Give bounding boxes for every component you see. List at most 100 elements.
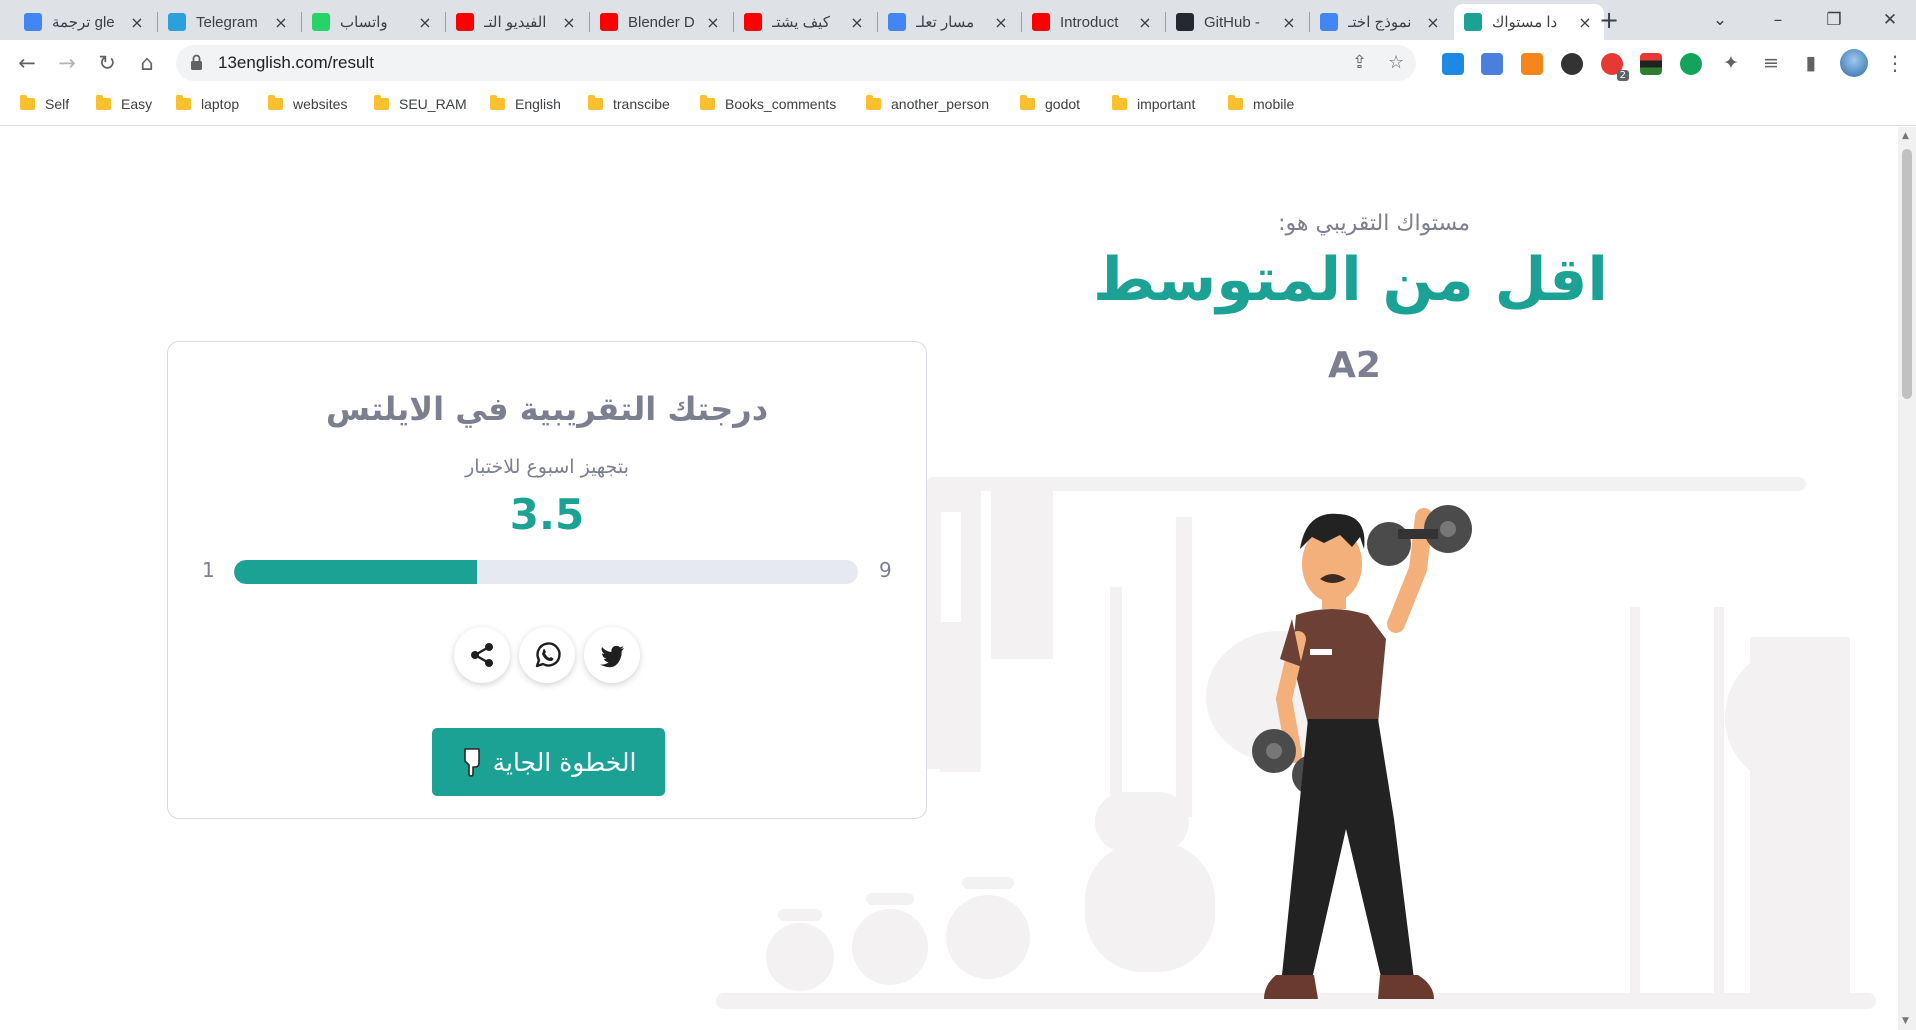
bookmark-folder[interactable]: another_person — [866, 95, 990, 112]
close-tab-icon[interactable]: × — [560, 13, 578, 32]
extension-flag-icon[interactable] — [1640, 53, 1662, 75]
youtube-icon — [1032, 13, 1050, 31]
browser-tab[interactable]: ترجمة gle × — [14, 4, 156, 40]
browser-tab[interactable]: مسار تعلـ × — [878, 4, 1020, 40]
ielts-score: 3.5 — [509, 490, 585, 539]
browser-tab[interactable]: دا مستواك × — [1454, 4, 1604, 40]
bookmark-folder[interactable]: English — [490, 95, 561, 112]
tab-search-chevron-icon[interactable]: ⌄ — [1694, 2, 1746, 38]
close-tab-icon[interactable]: × — [992, 13, 1010, 32]
bookmark-folder[interactable]: Books_comments — [700, 95, 837, 112]
browser-menu-icon[interactable]: ⋮ — [1880, 48, 1910, 78]
scrollbar-thumb[interactable] — [1902, 149, 1912, 399]
extension-translate-icon[interactable] — [1481, 53, 1503, 75]
next-step-button[interactable]: الخطوة الجاية — [432, 728, 665, 796]
browser-tab[interactable]: كيف يشتـ × — [734, 4, 876, 40]
whatsapp-icon — [535, 642, 561, 668]
google-translate-icon — [24, 13, 42, 31]
address-bar[interactable]: 13english.com/result ⇪ ☆ — [176, 45, 1416, 81]
whatsapp-share-button[interactable] — [519, 627, 575, 683]
folder-icon — [176, 95, 191, 110]
minimize-button[interactable]: – — [1752, 2, 1804, 38]
ielts-score-card: درجتك التقريبية في الايلتس بتجهيز اسبوع … — [167, 341, 927, 819]
bookmark-label: mobile — [1253, 96, 1295, 112]
youtube-icon — [600, 13, 618, 31]
bookmark-folder[interactable]: transcibe — [588, 95, 670, 112]
tab-title: دا مستواك — [1492, 14, 1558, 31]
page-scrollbar[interactable]: ▲ ▼ — [1898, 127, 1916, 1030]
share-icon — [471, 643, 493, 667]
twitter-share-button[interactable] — [584, 627, 640, 683]
tab-title: واتساب — [340, 14, 388, 31]
browser-tab[interactable]: واتساب × — [302, 4, 444, 40]
browser-tab[interactable]: نموذج اختـ × — [1310, 4, 1452, 40]
extension-dots-icon[interactable] — [1561, 53, 1583, 75]
share-page-icon[interactable]: ⇪ — [1352, 52, 1367, 73]
profile-avatar[interactable] — [1840, 49, 1868, 77]
bookmark-folder[interactable]: godot — [1020, 95, 1080, 112]
close-tab-icon[interactable]: × — [848, 13, 866, 32]
tab-title: Blender D — [628, 13, 695, 31]
score-progress-fill — [234, 560, 478, 584]
close-tab-icon[interactable]: × — [1136, 13, 1154, 32]
forward-button[interactable]: → — [52, 48, 82, 78]
folder-icon — [1112, 95, 1127, 110]
close-tab-icon[interactable]: × — [272, 13, 290, 32]
browser-tab[interactable]: Telegram × — [158, 4, 300, 40]
reload-button[interactable]: ↻ — [92, 48, 122, 78]
folder-icon — [588, 95, 603, 110]
extension-drop-icon[interactable] — [1442, 53, 1464, 75]
youtube-icon — [744, 13, 762, 31]
bookmark-folder[interactable]: Self — [20, 95, 69, 112]
browser-tab[interactable]: الفيديو التـ × — [446, 4, 588, 40]
url-text: 13english.com/result — [218, 53, 374, 72]
bookmark-label: another_person — [891, 96, 990, 112]
restore-button[interactable]: ❐ — [1808, 2, 1860, 38]
youtube-icon — [456, 13, 474, 31]
close-tab-icon[interactable]: × — [1424, 13, 1442, 32]
bookmark-folder[interactable]: websites — [268, 95, 347, 112]
share-button[interactable] — [454, 627, 510, 683]
scroll-down-arrow-icon[interactable]: ▼ — [1902, 1016, 1909, 1026]
close-tab-icon[interactable]: × — [1576, 13, 1594, 32]
bookmark-folder[interactable]: SEU_RAM — [374, 95, 467, 112]
folder-icon — [1020, 95, 1035, 110]
browser-tab[interactable]: Introduct × — [1022, 4, 1164, 40]
metamask-icon[interactable] — [1521, 53, 1543, 75]
close-tab-icon[interactable]: × — [704, 13, 722, 32]
tab-title: نموذج اختـ — [1348, 14, 1412, 31]
bookmark-folder[interactable]: Easy — [96, 95, 152, 112]
extension-k-icon[interactable] — [1680, 53, 1702, 75]
extension-red-icon[interactable]: 2 — [1601, 53, 1629, 81]
close-tab-icon[interactable]: × — [1280, 13, 1298, 32]
extension-badge: 2 — [1616, 70, 1629, 81]
reading-list-icon[interactable]: ≡ — [1756, 48, 1786, 78]
github-icon — [1176, 13, 1194, 31]
bookmark-label: English — [515, 96, 561, 112]
browser-toolbar: ← → ↻ ⌂ 13english.com/result ⇪ ☆ 2 ✦ ≡ ▮… — [0, 40, 1916, 86]
bookmark-label: SEU_RAM — [399, 96, 467, 112]
close-tab-icon[interactable]: × — [416, 13, 434, 32]
browser-tab[interactable]: GitHub - × — [1166, 4, 1308, 40]
back-button[interactable]: ← — [12, 48, 42, 78]
close-tab-icon[interactable]: × — [128, 13, 146, 32]
side-panel-icon[interactable]: ▮ — [1796, 48, 1826, 78]
extensions-puzzle-icon[interactable]: ✦ — [1716, 48, 1746, 78]
bookmark-label: Books_comments — [725, 96, 837, 112]
bookmark-star-icon[interactable]: ☆ — [1388, 52, 1404, 73]
bookmark-folder[interactable]: mobile — [1228, 95, 1295, 112]
tab-title: Introduct — [1060, 13, 1119, 31]
next-step-label: الخطوة الجاية — [492, 747, 637, 777]
folder-icon — [1228, 95, 1243, 110]
bookmark-folder[interactable]: laptop — [176, 95, 239, 112]
close-window-button[interactable]: ✕ — [1864, 2, 1916, 38]
bookmark-folder[interactable]: important — [1112, 95, 1196, 112]
browser-tab[interactable]: Blender D × — [590, 4, 732, 40]
new-tab-button[interactable]: + — [1594, 6, 1624, 36]
whatsapp-icon — [312, 13, 330, 31]
scroll-up-arrow-icon[interactable]: ▲ — [1902, 131, 1909, 141]
bookmark-label: important — [1137, 96, 1196, 112]
google-icon — [1320, 13, 1338, 31]
folder-icon — [374, 95, 389, 110]
home-button[interactable]: ⌂ — [132, 48, 162, 78]
